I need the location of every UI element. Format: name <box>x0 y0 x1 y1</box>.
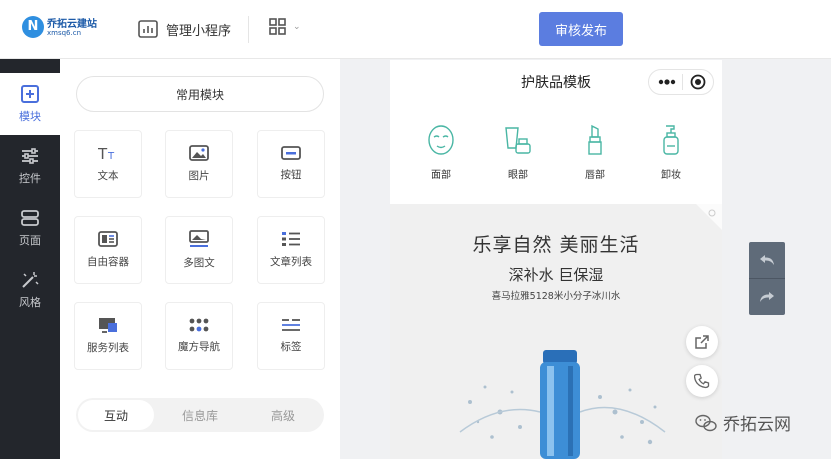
category-item-makeup-remover[interactable]: 卸妆 <box>641 124 701 181</box>
section-common-modules[interactable]: 常用模块 <box>76 76 324 112</box>
share-button[interactable] <box>686 326 718 358</box>
phone-icon <box>694 373 710 389</box>
category-label: 卸妆 <box>661 170 681 181</box>
grid-nav-icon <box>189 318 209 332</box>
category-label: 面部 <box>431 170 451 181</box>
tile-label: 图片 <box>188 170 210 182</box>
redo-icon <box>760 292 774 302</box>
chevron-down-icon: ⌄ <box>293 21 301 32</box>
banner-caption: 喜马拉雅5128米小分子冰川水 <box>491 291 621 302</box>
module-tile-image[interactable]: 图片 <box>165 130 233 198</box>
watermark: 乔拓云网 <box>695 410 791 435</box>
capsule-divider <box>682 74 683 90</box>
article-list-icon <box>282 232 300 246</box>
nav-item-label: 模块 <box>19 109 41 123</box>
svg-text:T: T <box>107 151 115 161</box>
redo-button[interactable] <box>749 279 785 315</box>
button-icon <box>281 146 301 160</box>
module-tile-multi-image-text[interactable]: 多图文 <box>165 216 233 284</box>
brand-url: xmsq6.cn <box>47 29 82 37</box>
call-button[interactable] <box>686 365 718 397</box>
container-icon <box>98 231 118 247</box>
corner-fold-icon <box>696 204 722 230</box>
module-category-tabs: 互动 信息库 高级 <box>76 398 324 432</box>
service-list-icon <box>99 318 117 333</box>
category-item-lips[interactable]: 唇部 <box>565 124 625 181</box>
module-tile-cube-nav[interactable]: 魔方导航 <box>165 302 233 370</box>
share-icon <box>695 335 709 349</box>
tile-label: 多图文 <box>183 257 215 269</box>
face-mask-icon <box>428 125 454 155</box>
module-tile-button[interactable]: 按钮 <box>257 130 325 198</box>
module-tile-service-list[interactable]: 服务列表 <box>74 302 142 370</box>
left-nav: 模块 控件 页面 风格 <box>0 59 60 459</box>
close-target-icon[interactable] <box>690 74 706 90</box>
module-tile-free-container[interactable]: 自由容器 <box>74 216 142 284</box>
nav-item-label: 控件 <box>19 171 41 185</box>
undo-redo-panel <box>749 242 785 315</box>
tile-label: 文本 <box>97 170 119 182</box>
banner-headline: 乐享自然 美丽生活 <box>472 234 640 256</box>
module-tile-article-list[interactable]: 文章列表 <box>257 216 325 284</box>
pages-icon <box>21 209 39 226</box>
wechat-icon <box>695 414 717 431</box>
tile-label: 标签 <box>280 341 302 353</box>
nav-item-modules[interactable]: 模块 <box>0 73 60 135</box>
header-divider <box>248 16 249 43</box>
miniprogram-capsule[interactable] <box>648 69 714 95</box>
top-bar: N 乔拓云建站 xmsq6.cn 管理小程序 ⌄ 审核发布 <box>0 0 831 59</box>
manage-miniprogram-button[interactable]: 管理小程序 <box>138 18 231 40</box>
nav-item-controls[interactable]: 控件 <box>0 135 60 197</box>
magic-wand-icon <box>22 271 39 288</box>
hero-banner[interactable]: 乐享自然 美丽生活 深补水 巨保湿 喜马拉雅5128米小分子冰川水 <box>390 204 722 459</box>
undo-button[interactable] <box>749 242 785 278</box>
chart-icon <box>138 20 158 38</box>
brand-logo[interactable]: N 乔拓云建站 xmsq6.cn <box>22 14 122 44</box>
plus-square-icon <box>21 84 39 103</box>
product-bottle-image <box>459 350 666 459</box>
tile-label: 按钮 <box>280 169 302 181</box>
pump-bottle-icon <box>663 125 679 155</box>
tile-label: 魔方导航 <box>178 341 220 353</box>
tag-icon <box>282 319 300 331</box>
tile-label: 服务列表 <box>87 342 129 354</box>
image-icon <box>189 145 209 161</box>
tile-label: 文章列表 <box>270 256 312 268</box>
manage-miniprogram-label: 管理小程序 <box>166 23 232 39</box>
eye-care-icon <box>505 127 531 154</box>
module-tile-text[interactable]: TT 文本 <box>74 130 142 198</box>
category-item-face[interactable]: 面部 <box>411 124 471 181</box>
category-nav: 面部 眼部 唇部 卸妆 <box>390 124 722 194</box>
logo-badge: N <box>22 16 44 38</box>
publish-button[interactable]: 审核发布 <box>539 12 623 46</box>
multi-image-text-icon <box>189 230 209 247</box>
module-panel: 常用模块 TT 文本 图片 按钮 自由容器 多图文 文章列表 服务列表 魔方导航… <box>60 59 340 459</box>
tile-label: 自由容器 <box>87 256 129 268</box>
text-icon: TT <box>98 145 115 161</box>
tab-info-library[interactable]: 信息库 <box>160 398 240 432</box>
nav-item-style[interactable]: 风格 <box>0 259 60 321</box>
brand-name: 乔拓云建站 <box>47 19 97 30</box>
grid-icon <box>269 18 286 35</box>
svg-text:T: T <box>98 145 108 161</box>
watermark-text: 乔拓云网 <box>723 415 791 435</box>
undo-icon <box>760 255 774 265</box>
category-label: 唇部 <box>585 170 605 181</box>
nav-item-label: 风格 <box>19 295 41 309</box>
module-tile-tag[interactable]: 标签 <box>257 302 325 370</box>
tab-interaction[interactable]: 互动 <box>78 400 154 430</box>
lipstick-icon <box>588 124 602 155</box>
category-label: 眼部 <box>508 170 528 181</box>
banner-subheadline: 深补水 巨保湿 <box>508 266 604 284</box>
page-switcher[interactable]: ⌄ <box>269 18 301 35</box>
nav-item-label: 页面 <box>19 233 41 247</box>
nav-item-pages[interactable]: 页面 <box>0 197 60 259</box>
more-dots-icon[interactable] <box>658 78 676 86</box>
phone-preview[interactable]: 护肤品模板 面部 眼部 唇部 卸妆 乐享自然 美丽生活 深补水 巨保湿 喜马拉雅… <box>390 60 722 459</box>
tab-advanced[interactable]: 高级 <box>246 398 320 432</box>
sliders-icon <box>22 147 38 164</box>
category-item-eye[interactable]: 眼部 <box>488 124 548 181</box>
